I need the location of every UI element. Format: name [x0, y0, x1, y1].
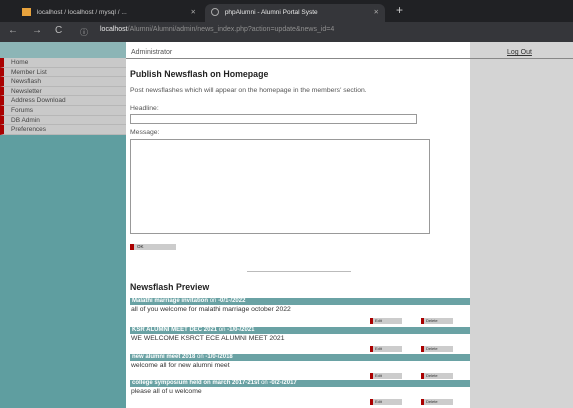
message-textarea[interactable]	[130, 139, 430, 234]
news-item: Malathi marriage invitation on -0/1-/202…	[130, 298, 470, 314]
delete-button[interactable]: Delete	[421, 346, 453, 352]
news-item-title: KSR ALUMNI MEET DEC 2021	[132, 327, 218, 333]
close-tab-icon[interactable]: ✕	[374, 4, 379, 22]
news-item-on: on	[261, 380, 268, 386]
divider	[247, 271, 351, 272]
sidebar-item-member-list[interactable]: Member List	[0, 67, 126, 78]
new-tab-button[interactable]: +	[396, 3, 403, 17]
tab-title: phpAlumni - Alumni Portal Syste	[224, 9, 318, 16]
news-item-title: Malathi marriage invitation	[132, 298, 209, 304]
page-title: Publish Newsflash on Homepage	[130, 69, 269, 79]
news-item: KSR ALUMNI MEET DEC 2021 on -1/0-/2021 W…	[130, 327, 470, 343]
admin-user-label: Administrator	[131, 49, 173, 56]
logout-link[interactable]: Log Out	[507, 49, 532, 56]
preview-title: Newsflash Preview	[130, 282, 210, 292]
sidebar-item-preferences[interactable]: Preferences	[0, 125, 126, 135]
tab-title: localhost / localhost / mysql / ...	[36, 9, 127, 16]
headline-input[interactable]	[130, 114, 417, 124]
reload-icon[interactable]: C	[55, 25, 62, 36]
news-item-date: -0/1-/2022	[218, 298, 246, 304]
sidebar-item-newsflash[interactable]: Newsflash	[0, 77, 126, 87]
edit-button[interactable]: Edit	[370, 318, 402, 324]
news-item-header: college symposium held on march 2017-21s…	[130, 380, 470, 387]
phpmyadmin-favicon-icon	[22, 8, 31, 17]
news-item: college symposium held on march 2017-21s…	[130, 380, 470, 396]
browser-tab-active[interactable]: phpAlumni - Alumni Portal Syste ✕	[205, 4, 385, 22]
news-item-header: Malathi marriage invitation on -0/1-/202…	[130, 298, 470, 305]
news-item-actions: Edit Delete	[130, 399, 470, 405]
site-info-icon[interactable]: ⓘ	[80, 27, 88, 38]
news-item-on: on	[218, 327, 226, 333]
browser-tab-bar: localhost / localhost / mysql / ... ✕ ph…	[0, 0, 573, 22]
news-item: new alumni meet 2018 on -1/0-/2018 welco…	[130, 354, 470, 370]
edit-button[interactable]: Edit	[370, 346, 402, 352]
edit-button[interactable]: Edit	[370, 373, 402, 379]
news-item-on: on	[209, 298, 217, 304]
news-item-date: -0/2-/2017	[269, 380, 297, 386]
headline-label: Headline:	[130, 105, 159, 112]
sidebar-item-db-admin[interactable]: DB Admin	[0, 115, 126, 126]
news-item-title: college symposium held on march 2017-21s…	[132, 380, 260, 386]
back-icon[interactable]: ←	[8, 25, 18, 36]
browser-tab[interactable]: localhost / localhost / mysql / ... ✕	[22, 4, 202, 22]
forward-icon[interactable]: →	[32, 25, 42, 36]
sidebar-item-forums[interactable]: Forums	[0, 105, 126, 116]
delete-button[interactable]: Delete	[421, 373, 453, 379]
sidebar-item-home[interactable]: Home	[0, 58, 126, 68]
left-header-band	[0, 42, 126, 58]
news-item-actions: Edit Delete	[130, 346, 470, 352]
news-item-date: -1/0-/2021	[227, 327, 255, 333]
globe-favicon-icon	[211, 8, 219, 17]
news-item-body: WE WELCOME KSRCT ECE ALUMNI MEET 2021	[131, 335, 285, 342]
news-item-title: new alumni meet 2018	[132, 354, 196, 360]
admin-bar: Administrator Log Out	[126, 49, 573, 59]
sidebar-menu: Home Member List Newsflash Newsletter Ad…	[0, 58, 126, 135]
news-item-header: new alumni meet 2018 on -1/0-/2018	[130, 354, 470, 361]
address-bar: ← → C ⓘ localhost/Alumni/Alumni/admin/ne…	[0, 22, 573, 42]
url-field[interactable]: localhost/Alumni/Alumni/admin/news_index…	[100, 26, 334, 33]
news-item-body: all of you welcome for malathi marriage …	[131, 306, 291, 313]
news-item-actions: Edit Delete	[130, 318, 470, 324]
url-path: /Alumni/Alumni/admin/news_index.php?acti…	[127, 26, 335, 33]
delete-button[interactable]: Delete	[421, 318, 453, 324]
ok-button[interactable]: OK	[130, 244, 176, 250]
edit-button[interactable]: Edit	[370, 399, 402, 405]
news-item-date: -1/0-/2018	[205, 354, 233, 360]
url-host: localhost	[100, 26, 128, 33]
delete-button[interactable]: Delete	[421, 399, 453, 405]
news-item-on: on	[197, 354, 204, 360]
news-item-body: welcome all for new alumni meet	[131, 362, 230, 369]
form-intro: Post newsflashes which will appear on th…	[130, 87, 367, 94]
news-item-actions: Edit Delete	[130, 373, 470, 379]
sidebar-item-address-download[interactable]: Address Download	[0, 96, 126, 106]
news-item-header: KSR ALUMNI MEET DEC 2021 on -1/0-/2021	[130, 327, 470, 334]
sidebar-item-newsletter[interactable]: Newsletter	[0, 86, 126, 97]
close-tab-icon[interactable]: ✕	[191, 4, 196, 22]
message-label: Message:	[130, 129, 160, 136]
news-item-body: please all of u welcome	[131, 388, 202, 395]
